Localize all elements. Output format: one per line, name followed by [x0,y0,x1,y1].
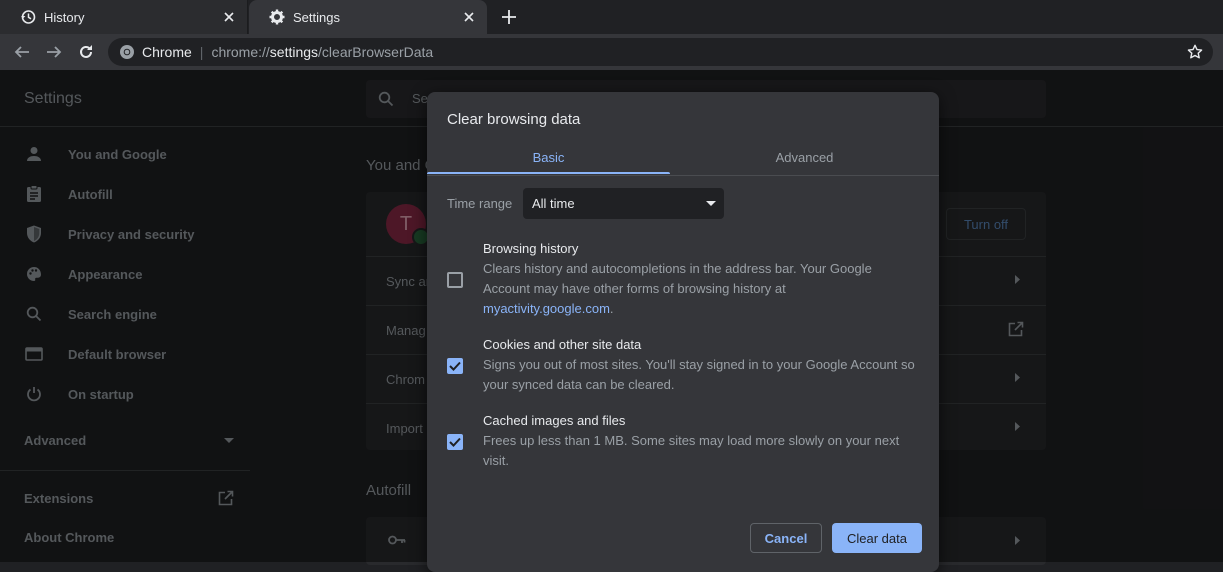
url-text: chrome://settings/clearBrowserData [211,44,434,60]
link-suffix: . [609,301,614,316]
item-description: Signs you out of most sites. You'll stay… [483,357,915,372]
item-title: Browsing history [483,241,579,256]
cached-images-checkbox[interactable] [447,434,463,450]
history-icon [20,9,36,25]
gear-icon [269,9,285,25]
caret-down-icon [706,201,716,206]
close-icon[interactable] [461,9,477,25]
arrow-right-icon [47,46,62,58]
check-icon [449,361,461,371]
plus-icon [502,10,516,24]
forward-button[interactable] [40,38,68,66]
clear-data-button[interactable]: Clear data [832,523,922,553]
reload-icon [80,45,92,58]
cookies-checkbox[interactable] [447,358,463,374]
item-description: visit. [483,453,509,468]
site-origin: Chrome [142,44,192,60]
tab-basic[interactable]: Basic [427,139,670,175]
active-tab-indicator [427,172,670,174]
dialog-tabs: Basic Advanced [427,139,939,176]
time-range-select[interactable]: All time [523,188,724,219]
tab-history[interactable]: History [0,0,248,34]
item-description: Clears history and autocompletions in th… [483,261,872,276]
item-title: Cached images and files [483,413,626,428]
browsing-history-checkbox[interactable] [447,272,463,288]
clear-browsing-data-dialog: Clear browsing data Basic Advanced Time … [427,92,939,572]
item-description: Account may have other forms of browsing… [483,281,786,296]
new-tab-button[interactable] [497,5,521,29]
dialog-title: Clear browsing data [447,111,581,128]
cancel-button[interactable]: Cancel [750,523,822,553]
item-title: Cookies and other site data [483,337,642,352]
time-range-value: All time [532,196,575,211]
check-icon [449,437,461,447]
tab-settings[interactable]: Settings [249,0,487,34]
myactivity-link[interactable]: myactivity.google.com [483,301,610,316]
cookies-text: Cookies and other site data Signs you ou… [483,335,923,395]
address-bar[interactable]: Chrome | chrome://settings/clearBrowserD… [108,38,1213,66]
time-range-label: Time range [447,196,513,211]
chrome-icon [119,44,135,60]
browser-toolbar: Chrome | chrome://settings/clearBrowserD… [0,34,1223,70]
close-icon[interactable] [221,9,237,25]
tab-history-label: History [44,9,85,25]
arrow-left-icon [14,46,29,58]
cached-images-text: Cached images and files Frees up less th… [483,411,923,471]
star-icon[interactable] [1187,44,1203,60]
reload-button[interactable] [72,38,100,66]
back-button[interactable] [8,38,36,66]
tab-strip: History Settings [0,0,1223,34]
browsing-history-text: Browsing history Clears history and auto… [483,239,923,319]
item-description: Frees up less than 1 MB. Some sites may … [483,433,900,448]
tab-settings-label: Settings [293,9,340,25]
separator: | [199,44,204,60]
item-description: your synced data can be cleared. [483,377,675,392]
tab-advanced[interactable]: Advanced [683,139,926,175]
